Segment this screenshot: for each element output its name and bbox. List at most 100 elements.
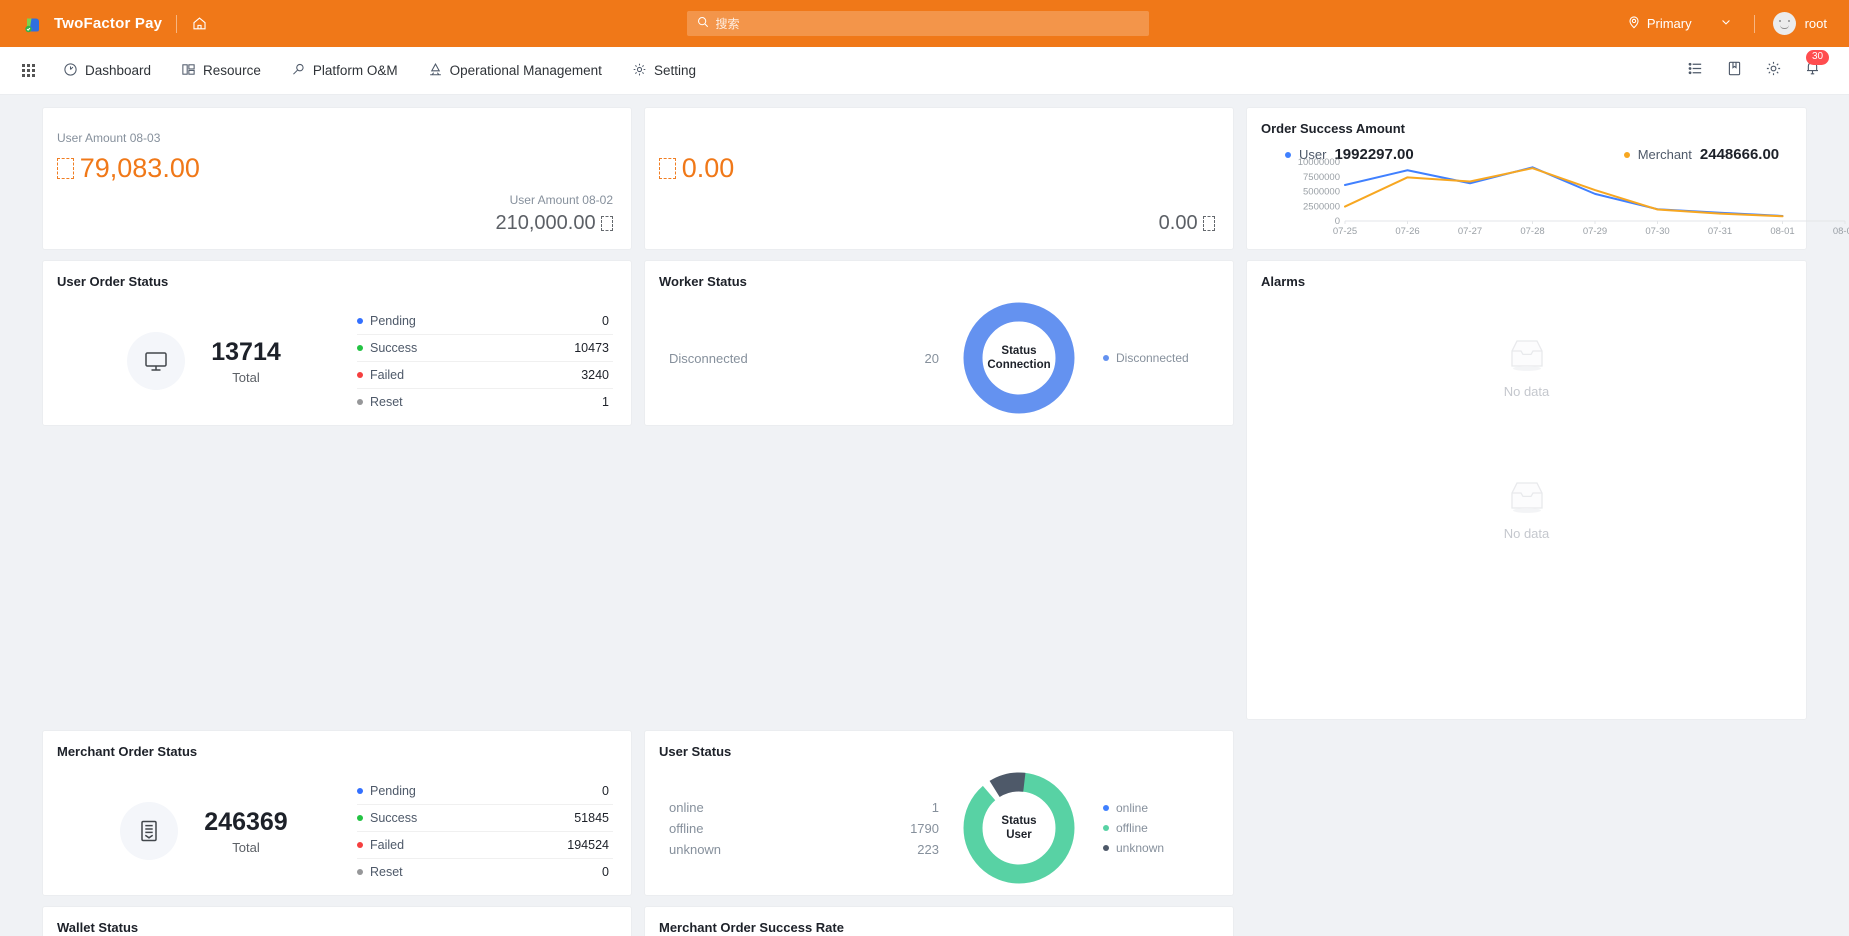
nav-label-setting: Setting — [653, 63, 696, 78]
list-icon[interactable] — [1687, 60, 1704, 82]
donut-item-value: 223 — [917, 841, 939, 857]
donut-list-item: unknown 223 — [669, 839, 939, 860]
gear-icon[interactable] — [1765, 60, 1782, 82]
card-user-amount: User Amount 08-03 79,083.00 User Amount … — [42, 107, 632, 250]
app-logo-icon — [22, 13, 44, 35]
status-row[interactable]: Reset 0 — [357, 859, 613, 885]
card-second-amount: 0.00 0.00 — [644, 107, 1234, 250]
donut-item-value: 1 — [931, 799, 939, 815]
worker-donut-chart: Status Connection — [960, 299, 1078, 417]
user-donut-center-line2: User — [1006, 829, 1032, 841]
donut-item-label: online — [669, 799, 704, 815]
home-icon[interactable] — [191, 15, 208, 32]
donut-legend-item[interactable]: offline — [1103, 818, 1219, 838]
user-donut-center: Status User — [960, 769, 1078, 887]
user-order-total: 13714 — [211, 337, 281, 366]
x-axis-tick-label: 07-28 — [1520, 226, 1544, 237]
status-row-label: Reset — [370, 864, 403, 879]
dashboard-row-2: User Order Status 13714 Total Pending 0 Su… — [42, 260, 1807, 720]
donut-legend-dot — [1103, 805, 1109, 811]
status-row[interactable]: Pending 0 — [357, 778, 613, 805]
status-row[interactable]: Reset 1 — [357, 389, 613, 415]
alarms-empty-text-1: No data — [1503, 384, 1550, 399]
card-order-success-amount: Order Success Amount User 1992297.00 Mer… — [1246, 107, 1849, 250]
donut-item-label: Disconnected — [669, 350, 748, 366]
status-row[interactable]: Failed 194524 — [357, 832, 613, 859]
card-merchant-order-success-rate: Merchant Order Success Rate 07-2507-2607… — [644, 906, 1234, 936]
row3-spacer — [1246, 730, 1807, 896]
status-row-value: 10473 — [574, 340, 609, 355]
status-row-label: Failed — [370, 837, 405, 852]
worker-status-legend: Disconnected — [1099, 348, 1219, 368]
search-box[interactable] — [686, 11, 1149, 36]
y-axis-tick-label: 10000000 — [1298, 157, 1340, 168]
search-icon — [697, 15, 709, 33]
second-amount-value: 0.00 — [681, 153, 735, 183]
legend-dot-user — [1285, 151, 1291, 158]
status-dot-icon — [357, 814, 363, 821]
nav-item-resource[interactable]: Resource — [181, 62, 261, 80]
bookmark-icon[interactable] — [1726, 60, 1743, 82]
alarms-empty-2: No data — [1261, 479, 1792, 541]
status-dot-icon — [357, 841, 363, 848]
status-row-label-wrap: Failed — [357, 368, 404, 382]
chevron-down-icon[interactable] — [1720, 15, 1732, 33]
row4-spacer — [1246, 906, 1807, 936]
status-row[interactable]: Success 10473 — [357, 335, 613, 362]
status-row[interactable]: Pending 0 — [357, 308, 613, 335]
nav-item-setting[interactable]: Setting — [632, 62, 696, 80]
merchant-order-status-body: 246369 Total Pending 0 Success 51845 Failed 1… — [57, 759, 617, 897]
chart-line-merchant — [1344, 167, 1784, 218]
currency-symbol-icon — [600, 215, 613, 232]
status-row-label-wrap: Success — [357, 811, 417, 825]
x-axis-tick-label: 07-30 — [1645, 226, 1669, 237]
nav-item-dashboard[interactable]: Dashboard — [63, 62, 151, 80]
status-row[interactable]: Failed 3240 — [357, 362, 613, 389]
status-row-value: 1 — [602, 394, 609, 409]
empty-inbox-icon — [1504, 337, 1550, 376]
user-menu[interactable]: root — [1772, 12, 1827, 35]
dashboard-content: User Amount 08-03 79,083.00 User Amount … — [0, 95, 1849, 936]
region-selector[interactable]: Primary — [1627, 15, 1692, 32]
donut-legend-item[interactable]: unknown — [1103, 838, 1219, 858]
status-row-label-wrap: Success — [357, 341, 417, 355]
currency-symbol-icon — [1202, 215, 1215, 232]
donut-legend-dot — [1103, 845, 1109, 851]
status-row-value: 0 — [602, 313, 609, 328]
card-user-order-status: User Order Status 13714 Total Pending 0 Su… — [42, 260, 632, 426]
empty-inbox-icon — [1504, 479, 1550, 518]
status-row-value: 194524 — [567, 837, 609, 852]
donut-legend-label: offline — [1116, 821, 1148, 835]
user-order-status-summary: 13714 Total — [57, 332, 357, 390]
apps-grid-icon[interactable] — [22, 64, 35, 77]
donut-list-item: online 1 — [669, 797, 939, 818]
search-input[interactable] — [715, 16, 1139, 31]
chart-line-user — [1344, 166, 1784, 217]
worker-donut-center-line1: Status — [1001, 344, 1037, 357]
status-row-label-wrap: Reset — [357, 865, 403, 879]
card-title-worker-status: Worker Status — [659, 274, 747, 289]
donut-legend-item[interactable]: Disconnected — [1103, 348, 1219, 368]
brand[interactable]: TwoFactor Pay — [22, 13, 162, 35]
status-dot-icon — [357, 317, 363, 324]
nav-item-platform-om[interactable]: Platform O&M — [291, 62, 398, 80]
card-merchant-order-status: Merchant Order Status 246369 Total Pendi… — [42, 730, 632, 896]
status-row-label-wrap: Failed — [357, 838, 404, 852]
second-amount-prev-value-row: 0.00 — [1159, 212, 1215, 235]
x-axis-tick-label: 08-02 — [1833, 226, 1849, 237]
user-order-status-rows: Pending 0 Success 10473 Failed 3240 Reset 1 — [357, 308, 617, 415]
status-dot-icon — [357, 344, 363, 351]
donut-legend-item[interactable]: online — [1103, 798, 1219, 818]
status-row[interactable]: Success 51845 — [357, 805, 613, 832]
worker-donut-center-line2: Connection — [987, 359, 1051, 371]
second-amount-value-row: 0.00 — [659, 153, 1219, 184]
alarms-empty-text-2: No data — [1503, 526, 1550, 541]
user-amount-prev-value: 210,000.00 — [495, 212, 596, 234]
status-row-label: Failed — [370, 367, 405, 382]
status-dot-icon — [357, 398, 363, 405]
user-amount-previous: User Amount 08-02 210,000.00 — [495, 193, 613, 235]
user-status-legend: online offline unknown — [1099, 798, 1219, 858]
header-right: Primary root — [1627, 12, 1827, 35]
currency-symbol-icon — [57, 157, 74, 180]
nav-item-operational-management[interactable]: Operational Management — [428, 62, 602, 80]
